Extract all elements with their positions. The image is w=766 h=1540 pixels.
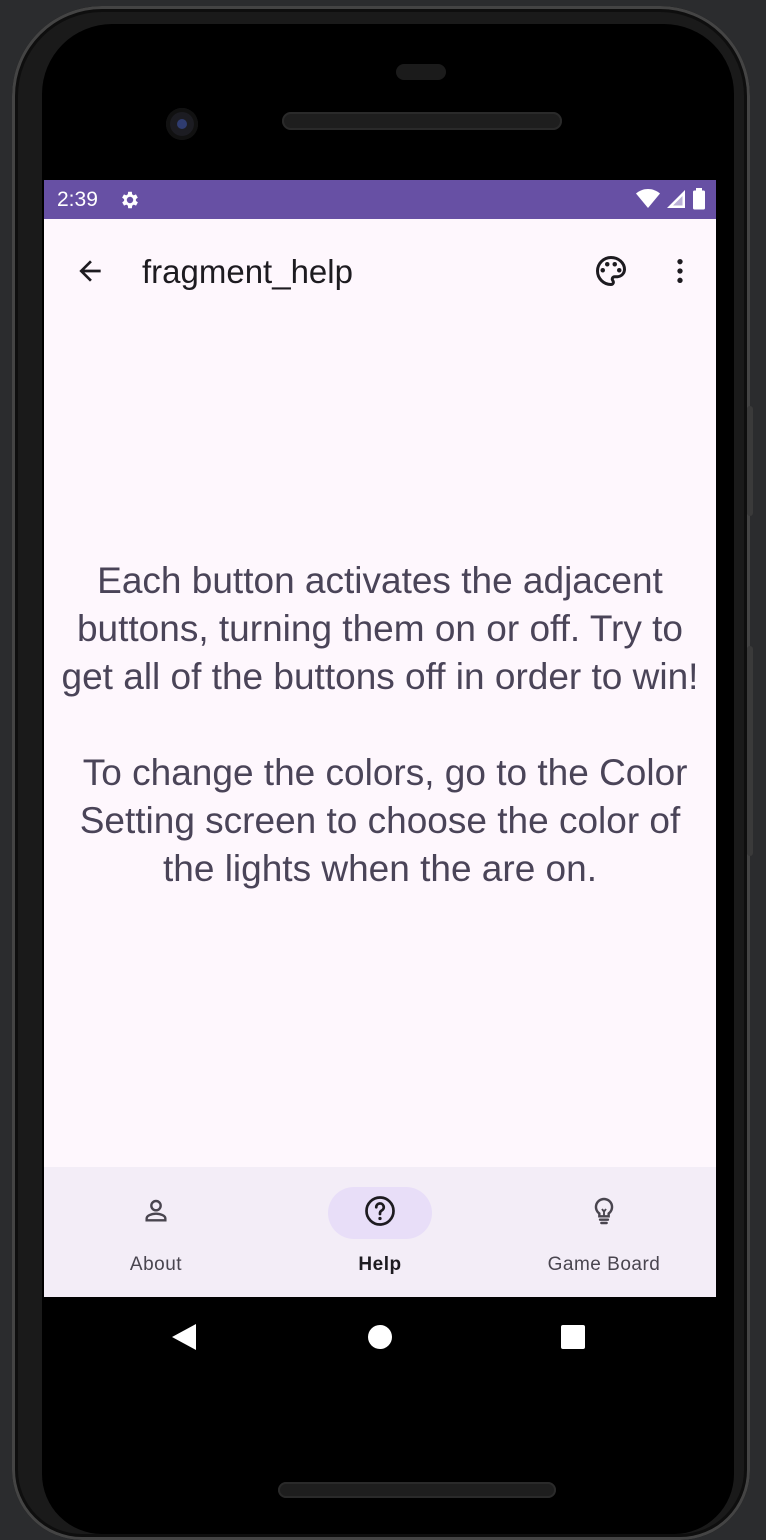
nav-pill-active [328, 1187, 432, 1239]
status-time: 2:39 [57, 188, 98, 211]
back-arrow-icon[interactable] [66, 247, 114, 295]
help-circle-icon [362, 1193, 398, 1233]
page-title: fragment_help [142, 253, 353, 290]
bottom-speaker-grille [278, 1482, 556, 1498]
person-icon [140, 1195, 172, 1231]
nav-label-about: About [129, 1254, 183, 1275]
nav-label-help: Help [358, 1254, 402, 1275]
recents-square-icon[interactable] [555, 1319, 591, 1355]
earpiece [396, 64, 446, 80]
nav-item-help[interactable]: Help [268, 1167, 492, 1297]
front-camera [166, 108, 198, 140]
nav-pill [552, 1187, 656, 1239]
cell-signal-icon [666, 189, 686, 213]
status-bar: 2:39 [44, 180, 716, 219]
app-screen: 2:39 fragment_help Each button activates… [44, 180, 716, 1297]
palette-icon[interactable] [587, 247, 635, 295]
nav-item-game-board[interactable]: Game Board [492, 1167, 716, 1297]
help-description: Each button activates the adjacent butto… [61, 560, 699, 889]
lightbulb-icon [588, 1195, 620, 1231]
status-icons [636, 188, 706, 214]
battery-icon [692, 188, 706, 214]
wifi-icon [636, 189, 660, 213]
settings-gear-icon [119, 189, 141, 211]
nav-pill [104, 1187, 208, 1239]
more-vert-icon[interactable] [656, 247, 704, 295]
system-navigation-bar [44, 1297, 716, 1377]
nav-item-about[interactable]: About [44, 1167, 268, 1297]
top-app-bar: fragment_help [44, 219, 716, 327]
back-triangle-icon[interactable] [166, 1319, 202, 1355]
bottom-navigation: About Help Game Board [44, 1167, 716, 1297]
top-speaker-grille [282, 112, 562, 130]
nav-label-game-board: Game Board [547, 1254, 661, 1275]
power-button [747, 406, 753, 516]
home-circle-icon[interactable] [362, 1319, 398, 1355]
volume-button [747, 646, 753, 856]
